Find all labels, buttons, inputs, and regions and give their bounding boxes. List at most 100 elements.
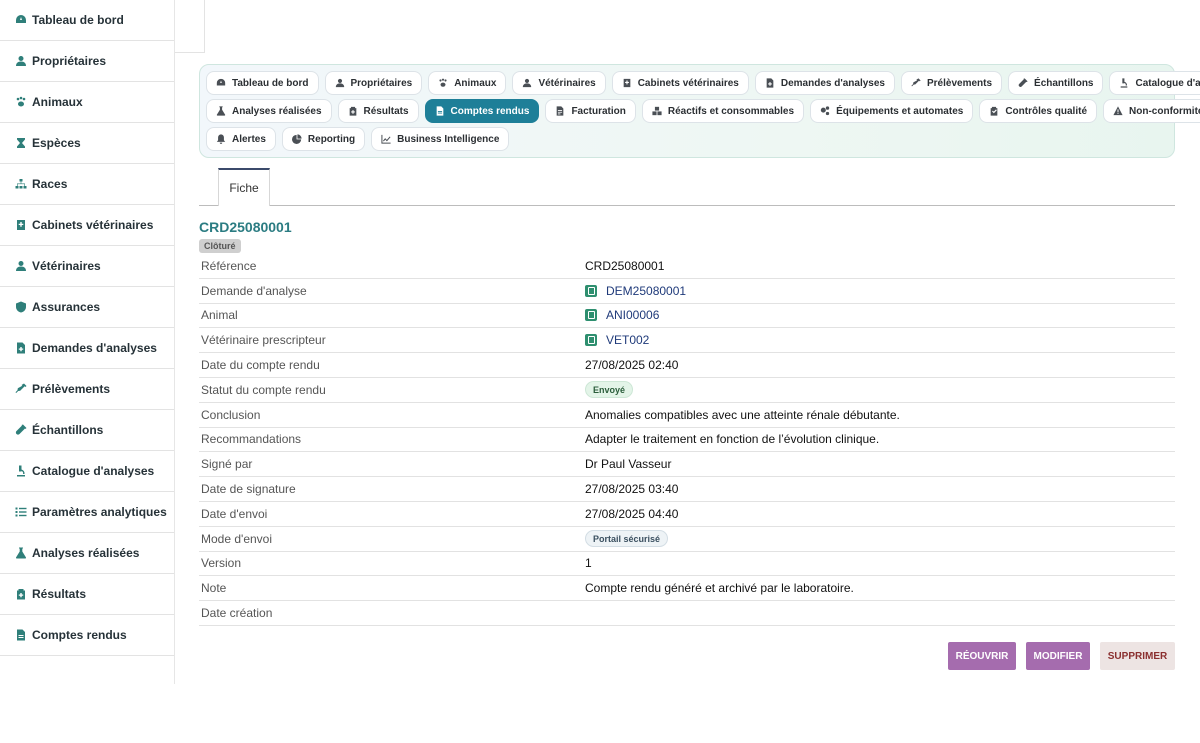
sidebar-item-15[interactable]: Comptes rendus <box>0 615 174 656</box>
syringe-icon <box>13 383 29 395</box>
nav-chip[interactable]: Catalogue d'analyses <box>1109 71 1200 95</box>
module-nav-row: Analyses réalisées Résultats Comptes rendu… <box>206 99 1200 123</box>
chart-line-icon <box>381 134 391 144</box>
sidebar-item-3[interactable]: Espèces <box>0 123 174 164</box>
nav-chip-label: Échantillons <box>1034 77 1094 89</box>
nav-chip[interactable]: Réactifs et consommables <box>641 99 805 123</box>
nav-chip[interactable]: Analyses réalisées <box>206 99 332 123</box>
flask-icon <box>216 106 226 116</box>
sidebar-item-9[interactable]: Prélèvements <box>0 369 174 410</box>
field-value: Adapter le traitement en fonction de l’é… <box>585 432 879 446</box>
record-link-icon <box>585 284 597 297</box>
sidebar-item-10[interactable]: Échantillons <box>0 410 174 451</box>
nav-chip-label: Équipements et automates <box>836 105 964 117</box>
clinic-icon <box>13 219 29 231</box>
field-value: 1 <box>585 556 592 570</box>
field-value: Dr Paul Vasseur <box>585 457 671 471</box>
field-label: Version <box>201 556 242 571</box>
nav-chip[interactable]: Vétérinaires <box>512 71 606 95</box>
file-medical-icon <box>13 342 29 354</box>
nav-chip-label: Résultats <box>363 105 409 117</box>
nav-chip-label: Animaux <box>454 77 497 89</box>
clipboard-icon <box>13 588 29 600</box>
tab-fiche[interactable]: Fiche <box>218 168 270 207</box>
sidebar-item-11[interactable]: Catalogue d'analyses <box>0 451 174 492</box>
sidebar-item-0[interactable]: Tableau de bord <box>0 0 174 41</box>
sidebar-item-6[interactable]: Vétérinaires <box>0 246 174 287</box>
field-value: Portail sécurisé <box>585 530 669 548</box>
record-link[interactable]: VET002 <box>606 333 649 347</box>
nav-chip-label: Catalogue d'analyses <box>1135 77 1200 89</box>
nav-chip[interactable]: Reporting <box>281 127 366 151</box>
sidebar-item-label: Animaux <box>32 95 83 109</box>
user-icon <box>335 78 345 88</box>
field-label: Vétérinaire prescripteur <box>201 333 326 348</box>
field-value: Anomalies compatibles avec une atteinte … <box>585 408 900 422</box>
pie-icon <box>291 134 302 144</box>
edit-button[interactable]: MODIFIER <box>1026 642 1090 670</box>
sidebar-item-7[interactable]: Assurances <box>0 287 174 328</box>
nav-chip[interactable]: Business Intelligence <box>371 127 510 151</box>
sidebar-item-5[interactable]: Cabinets vétérinaires <box>0 205 174 246</box>
sidebar-item-13[interactable]: Analyses réalisées <box>0 533 174 574</box>
warning-icon <box>1113 106 1123 116</box>
status-pill: Envoyé <box>585 381 634 399</box>
nav-chip[interactable]: Demandes d'analyses <box>754 71 895 95</box>
field-row: Date création <box>199 601 1175 626</box>
nav-chip[interactable]: Échantillons <box>1008 71 1104 95</box>
field-row: Version 1 <box>199 552 1175 577</box>
field-label: Date du compte rendu <box>201 358 320 373</box>
list-icon <box>13 506 29 518</box>
field-value: 27/08/2025 03:40 <box>585 482 678 496</box>
nav-chip[interactable]: Cabinets vétérinaires <box>611 71 749 95</box>
field-row: Mode d'envoi Portail sécurisé <box>199 527 1175 552</box>
nav-chip-label: Non-conformités <box>1129 105 1200 117</box>
sidebar-item-4[interactable]: Races <box>0 164 174 205</box>
sitemap-icon <box>13 178 29 190</box>
gauge-icon <box>216 78 226 88</box>
nav-chip[interactable]: Prélèvements <box>900 71 1003 95</box>
nav-chip[interactable]: Contrôles qualité <box>979 99 1098 123</box>
sidebar-item-12[interactable]: Paramètres analytiques <box>0 492 174 533</box>
nav-chip-label: Comptes rendus <box>450 105 530 117</box>
sidebar-item-label: Résultats <box>32 587 87 601</box>
field-value-text: Compte rendu généré et archivé par le la… <box>585 581 854 596</box>
module-nav: Tableau de bord Propriétaires Animaux Vétér… <box>199 64 1200 158</box>
microscope-icon <box>1119 78 1129 88</box>
field-value: CRD25080001 <box>585 259 664 273</box>
field-row: Date d'envoi 27/08/2025 04:40 <box>199 502 1175 527</box>
nav-chip[interactable]: Comptes rendus <box>424 99 540 123</box>
field-row: Demande d'analyse DEM25080001 <box>199 279 1175 304</box>
nav-chip[interactable]: Propriétaires <box>324 71 423 95</box>
sidebar-item-8[interactable]: Demandes d'analyses <box>0 328 174 369</box>
paw-icon <box>13 96 29 108</box>
record-link[interactable]: ANI00006 <box>606 308 659 322</box>
sidebar-item-14[interactable]: Résultats <box>0 574 174 615</box>
sidebar-item-label: Tableau de bord <box>32 13 124 27</box>
nav-chip[interactable]: Facturation <box>545 99 636 123</box>
reopen-button[interactable]: RÉOUVRIR <box>948 642 1016 670</box>
syringe-icon <box>911 78 921 88</box>
sidebar-item-2[interactable]: Animaux <box>0 82 174 123</box>
sidebar-item-label: Comptes rendus <box>32 628 127 642</box>
nav-chip-label: Propriétaires <box>350 77 413 89</box>
gauge-icon <box>13 14 29 26</box>
nav-chip[interactable]: Alertes <box>206 127 276 151</box>
nav-chip[interactable]: Tableau de bord <box>206 71 319 95</box>
nav-chip[interactable]: Non-conformités <box>1103 99 1200 123</box>
field-row: Note Compte rendu généré et archivé par l… <box>199 576 1175 602</box>
nav-chip[interactable]: Animaux <box>428 71 507 95</box>
report-icon <box>435 106 445 116</box>
nav-chip-label: Analyses réalisées <box>232 105 322 117</box>
delete-button[interactable]: SUPPRIMER <box>1100 642 1175 670</box>
nav-chip[interactable]: Équipements et automates <box>810 99 974 123</box>
paw-icon <box>438 78 448 88</box>
sidebar-item-label: Échantillons <box>32 423 104 437</box>
sidebar-item-1[interactable]: Propriétaires <box>0 41 174 82</box>
nav-chip-label: Reporting <box>307 133 356 145</box>
sidebar-item-label: Catalogue d'analyses <box>32 464 155 478</box>
nav-chip-label: Business Intelligence <box>397 133 500 145</box>
record-link[interactable]: DEM25080001 <box>606 284 686 298</box>
nav-chip[interactable]: Résultats <box>337 99 419 123</box>
field-label: Date création <box>201 606 273 621</box>
